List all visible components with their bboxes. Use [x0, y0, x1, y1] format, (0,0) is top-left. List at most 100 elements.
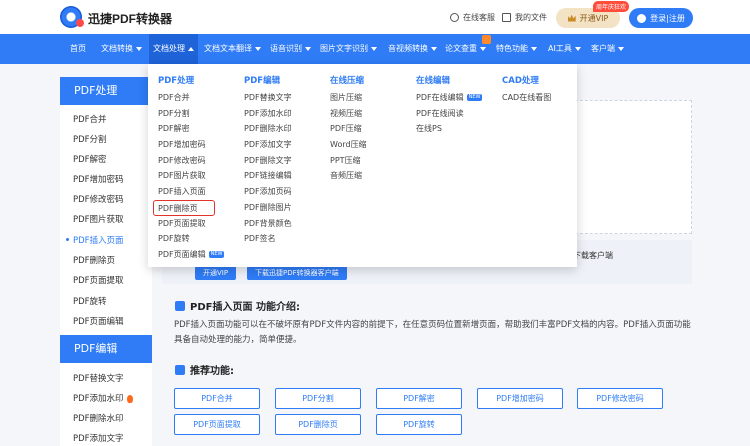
chevron-down-icon — [531, 46, 537, 51]
chevron-down-icon — [305, 46, 311, 51]
menu-item[interactable]: PDF压缩 — [330, 121, 367, 137]
recommend-button[interactable]: PDF合并 — [174, 388, 260, 409]
menu-item[interactable]: PDF旋转 — [158, 231, 224, 247]
chevron-down-icon — [136, 46, 142, 51]
menu-item[interactable]: PDF背景颜色 — [244, 216, 292, 232]
chevron-down-icon — [371, 46, 377, 51]
nav-home[interactable]: 首页 — [70, 34, 86, 64]
menu-item[interactable]: PDF删除文字 — [244, 153, 292, 169]
intro-title: PDF插入页面 功能介绍: — [175, 298, 300, 313]
nav-features[interactable]: 特色功能 — [496, 34, 537, 64]
sidebar-item[interactable]: PDF修改密码 — [73, 193, 124, 205]
menu-item[interactable]: PDF在线编辑 NEW — [416, 90, 483, 106]
menu-item[interactable]: 在线PS — [416, 121, 482, 137]
menu-item[interactable]: PPT压缩 — [330, 153, 367, 169]
customer-service-link[interactable]: 在线客服 — [450, 12, 495, 23]
menu-item[interactable]: PDF添加水印 — [244, 106, 292, 122]
sidebar-item[interactable]: PDF解密 — [73, 153, 107, 165]
headset-icon — [450, 13, 459, 22]
nav-translate[interactable]: 文档文本翻译 — [204, 34, 261, 64]
menu-item[interactable]: PDF页面编辑 NEW — [158, 247, 225, 263]
menu-item[interactable]: PDF解密 — [158, 121, 224, 137]
menu-item[interactable]: PDF合并 — [158, 90, 224, 106]
nav-av-convert[interactable]: 音视频转换 — [388, 34, 437, 64]
dropdown-column-online-edit: 在线编辑 PDF在线编辑 NEW PDF在线阅读 在线PS — [416, 74, 483, 137]
sidebar-item[interactable]: PDF分割 — [73, 133, 107, 145]
menu-item[interactable]: PDF添加页码 — [244, 184, 292, 200]
dropdown-column-cad: CAD处理 CAD在线看图 — [502, 74, 551, 106]
sidebar-item[interactable]: PDF删除水印 — [73, 412, 124, 424]
recommend-button[interactable]: PDF增加密码 — [477, 388, 563, 409]
column-heading: PDF编辑 — [244, 76, 281, 86]
login-register-button[interactable]: 登录|注册 — [629, 8, 693, 28]
menu-item[interactable]: 图片压缩 — [330, 90, 367, 106]
menu-item[interactable]: PDF删除水印 — [244, 121, 292, 137]
upload-panel[interactable] — [560, 100, 692, 234]
menu-item[interactable]: PDF修改密码 — [158, 153, 224, 169]
menu-item[interactable]: Word压缩 — [330, 137, 367, 153]
chevron-down-icon — [431, 46, 437, 51]
menu-item[interactable]: PDF页面提取 — [158, 216, 224, 232]
hot-badge-icon — [482, 35, 491, 44]
sidebar-item[interactable]: PDF删除页 — [73, 254, 115, 266]
recommend-button[interactable]: PDF修改密码 — [577, 388, 663, 409]
menu-item[interactable]: PDF替换文字 — [244, 90, 292, 106]
dropdown-column-compress: 在线压缩 图片压缩 视频压缩 PDF压缩 Word压缩 PPT压缩 音频压缩 — [330, 74, 367, 184]
doc-process-dropdown: PDF处理 PDF合并 PDF分割 PDF解密 PDF增加密码 PDF修改密码 … — [148, 64, 577, 267]
download-client-chip[interactable]: 下载迅捷PDF转换器客户端 — [247, 266, 347, 280]
menu-item-delete-page[interactable]: PDF删除页 — [153, 199, 215, 216]
sidebar-item[interactable]: PDF旋转 — [73, 295, 107, 307]
recommend-button[interactable]: PDF旋转 — [376, 414, 462, 435]
nav-doc-process[interactable]: 文档处理 — [149, 34, 198, 64]
menu-item[interactable]: PDF删除图片 — [244, 200, 292, 216]
nav-paper-check[interactable]: 论文查重 — [445, 34, 486, 64]
recommend-button[interactable]: PDF删除页 — [275, 414, 361, 435]
menu-item[interactable]: PDF插入页面 — [158, 184, 224, 200]
menu-item[interactable]: CAD在线看图 — [502, 90, 551, 106]
column-heading: 在线压缩 — [330, 76, 365, 86]
recommend-button[interactable]: PDF页面提取 — [174, 414, 260, 435]
top-header: 迅捷PDF转换器 在线客服 我的文件 开通VIP 周年庆狂欢 登录|注册 — [0, 0, 750, 34]
brand-name[interactable]: 迅捷PDF转换器 — [88, 10, 172, 27]
nav-client[interactable]: 客户端 — [591, 34, 624, 64]
sidebar-item[interactable]: PDF页面编辑 — [73, 315, 124, 327]
recommend-button[interactable]: PDF解密 — [376, 388, 462, 409]
intro-description: PDF插入页面功能可以在不破坏原有PDF文件内容的前提下，在任意页码位置新增页面… — [174, 320, 691, 345]
sidebar-item[interactable]: PDF增加密码 — [73, 173, 124, 185]
sidebar-item-active[interactable]: PDF插入页面 — [66, 234, 124, 246]
menu-item[interactable]: PDF添加文字 — [244, 137, 292, 153]
nav-ocr[interactable]: 图片文字识别 — [320, 34, 377, 64]
menu-item[interactable]: PDF签名 — [244, 231, 292, 247]
nav-ai-tools[interactable]: AI工具 — [548, 34, 581, 64]
sidebar-item[interactable]: PDF合并 — [73, 113, 107, 125]
list-icon — [175, 364, 185, 375]
brand-logo-icon[interactable] — [60, 6, 84, 28]
sidebar-item[interactable]: PDF图片获取 — [73, 213, 124, 225]
menu-item[interactable]: PDF在线阅读 — [416, 106, 482, 122]
sidebar-item[interactable]: PDF添加文字 — [73, 432, 124, 444]
chevron-up-icon — [188, 46, 194, 51]
recommend-button[interactable]: PDF分割 — [275, 388, 361, 409]
anniversary-badge: 周年庆狂欢 — [593, 1, 630, 12]
menu-item[interactable]: PDF链接编辑 — [244, 168, 292, 184]
menu-item[interactable]: 视频压缩 — [330, 106, 367, 122]
menu-item[interactable]: PDF图片获取 — [158, 168, 224, 184]
menu-item[interactable]: PDF增加密码 — [158, 137, 224, 153]
main-nav: 首页 文档转换 文档处理 文档文本翻译 语音识别 图片文字识别 音视频转换 论文… — [0, 34, 750, 64]
sidebar-item[interactable]: PDF添加水印 — [73, 392, 133, 404]
column-heading: 在线编辑 — [416, 76, 451, 86]
open-vip-chip[interactable]: 开通VIP — [195, 266, 237, 280]
column-heading: CAD处理 — [502, 76, 539, 86]
file-icon — [502, 13, 511, 22]
nav-speech[interactable]: 语音识别 — [270, 34, 311, 64]
menu-item[interactable]: PDF分割 — [158, 106, 224, 122]
chevron-down-icon — [618, 46, 624, 51]
sidebar-item[interactable]: PDF替换文字 — [73, 372, 124, 384]
nav-doc-convert[interactable]: 文档转换 — [101, 34, 142, 64]
document-icon — [175, 300, 185, 311]
sidebar-item[interactable]: PDF页面提取 — [73, 274, 124, 286]
chevron-down-icon — [255, 46, 261, 51]
new-badge: NEW — [466, 94, 483, 101]
menu-item[interactable]: 音频压缩 — [330, 168, 367, 184]
my-files-link[interactable]: 我的文件 — [502, 12, 547, 23]
